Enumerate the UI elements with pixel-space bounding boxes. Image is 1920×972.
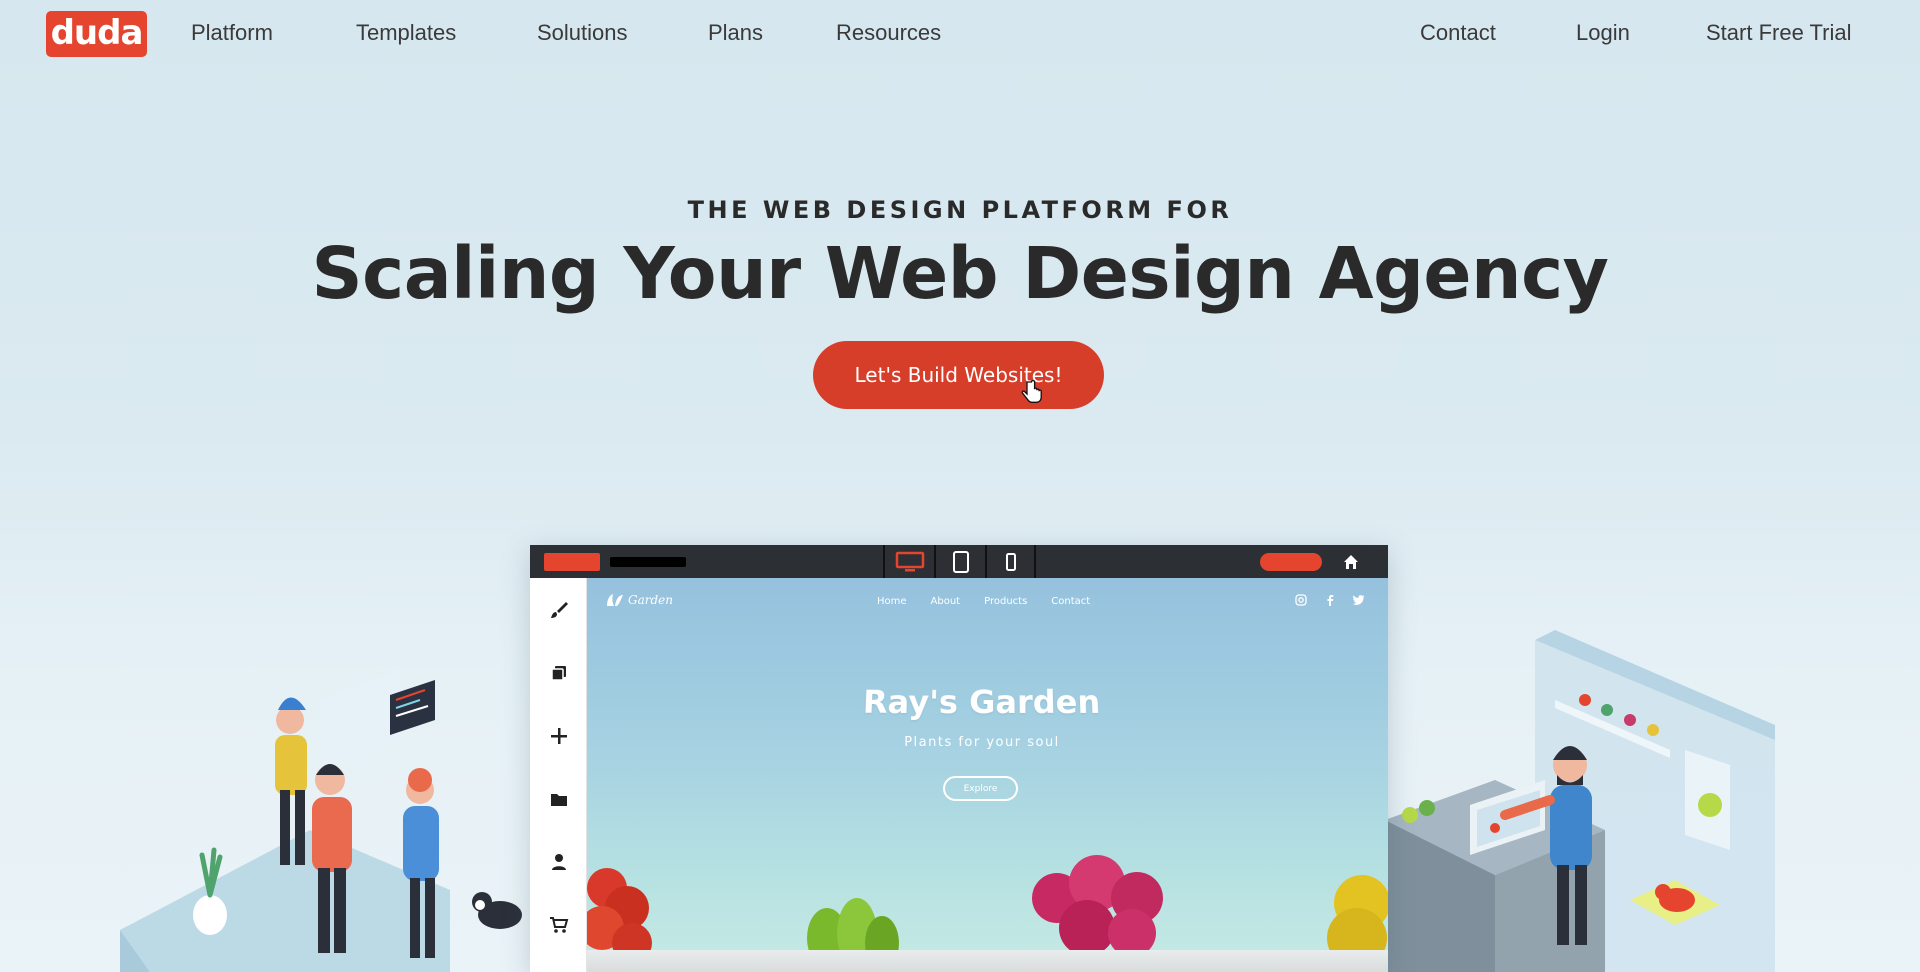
sidebar-users-button[interactable]: [530, 830, 587, 893]
twitter-icon[interactable]: [1352, 593, 1365, 606]
device-mobile-button[interactable]: [985, 545, 1036, 578]
editor-menu-button[interactable]: [544, 553, 600, 571]
folder-icon: [550, 793, 567, 806]
sidebar-add-button[interactable]: [530, 704, 587, 767]
site-title: Ray's Garden: [587, 683, 1377, 721]
device-tablet-button[interactable]: [934, 545, 985, 578]
sidebar-content-button[interactable]: [530, 767, 587, 830]
site-nav-contact[interactable]: Contact: [1051, 596, 1090, 607]
cart-icon: [549, 916, 568, 933]
site-nav: Home About Products Contact: [877, 596, 1090, 607]
desktop-icon: [895, 551, 924, 571]
editor-site-name: [610, 557, 686, 567]
holo-screen: [320, 670, 400, 770]
site-nav-home[interactable]: Home: [877, 596, 907, 607]
tablet-icon: [952, 550, 969, 573]
site-logo[interactable]: Garden: [605, 593, 673, 607]
site-nav-products[interactable]: Products: [984, 596, 1027, 607]
cta-build-websites-button[interactable]: Let's Build Websites!: [813, 341, 1104, 409]
device-desktop-button[interactable]: [883, 545, 934, 578]
nav-platform[interactable]: Platform: [191, 20, 273, 46]
sidebar-store-button[interactable]: [530, 893, 587, 956]
site-logo-text: Garden: [628, 593, 673, 607]
nav-start-free-trial[interactable]: Start Free Trial: [1706, 20, 1851, 46]
mobile-icon: [1005, 552, 1016, 571]
hero-headline: Scaling Your Web Design Agency: [311, 232, 1609, 315]
user-icon: [551, 853, 566, 870]
editor-mockup: Garden Home About Products Contact Ray's…: [530, 545, 1388, 972]
site-nav-about[interactable]: About: [931, 596, 961, 607]
home-icon[interactable]: [1342, 553, 1360, 571]
top-nav: duda Platform Templates Solutions Plans …: [0, 0, 1920, 70]
facebook-icon[interactable]: [1323, 593, 1336, 606]
hand-cursor-icon: [1021, 380, 1042, 403]
brush-icon: [550, 601, 568, 618]
sidebar-pages-button[interactable]: [530, 641, 587, 704]
editor-toolbar: [530, 545, 1388, 578]
gravel-ground: [587, 950, 1388, 972]
nav-plans[interactable]: Plans: [708, 20, 763, 46]
editor-publish-button[interactable]: [1260, 553, 1322, 571]
designer-illustration-right: [1385, 630, 1775, 972]
nav-resources[interactable]: Resources: [836, 20, 941, 46]
nav-templates[interactable]: Templates: [356, 20, 456, 46]
duda-logo[interactable]: duda: [46, 11, 147, 57]
instagram-icon[interactable]: [1294, 593, 1307, 606]
sidebar-design-button[interactable]: [530, 578, 587, 641]
editor-sidebar: [530, 578, 587, 972]
site-preview-canvas[interactable]: Garden Home About Products Contact Ray's…: [587, 578, 1388, 972]
site-title-text: Ray's Garden: [862, 683, 1102, 721]
device-switcher: [883, 545, 1036, 578]
site-social: [1294, 593, 1365, 606]
vase: [193, 895, 227, 935]
hero-kicker: THE WEB DESIGN PLATFORM FOR: [687, 196, 1233, 224]
pages-icon: [550, 665, 566, 681]
team-illustration-left: [120, 670, 522, 972]
site-explore-button[interactable]: Explore: [943, 776, 1018, 801]
nav-solutions[interactable]: Solutions: [537, 20, 628, 46]
nav-contact[interactable]: Contact: [1420, 20, 1496, 46]
nav-login[interactable]: Login: [1576, 20, 1630, 46]
leaf-logo-icon: [607, 594, 623, 606]
add-icon: [550, 727, 567, 744]
person-yellow: [276, 706, 304, 734]
site-subtitle: Plants for your soul: [904, 735, 1060, 750]
